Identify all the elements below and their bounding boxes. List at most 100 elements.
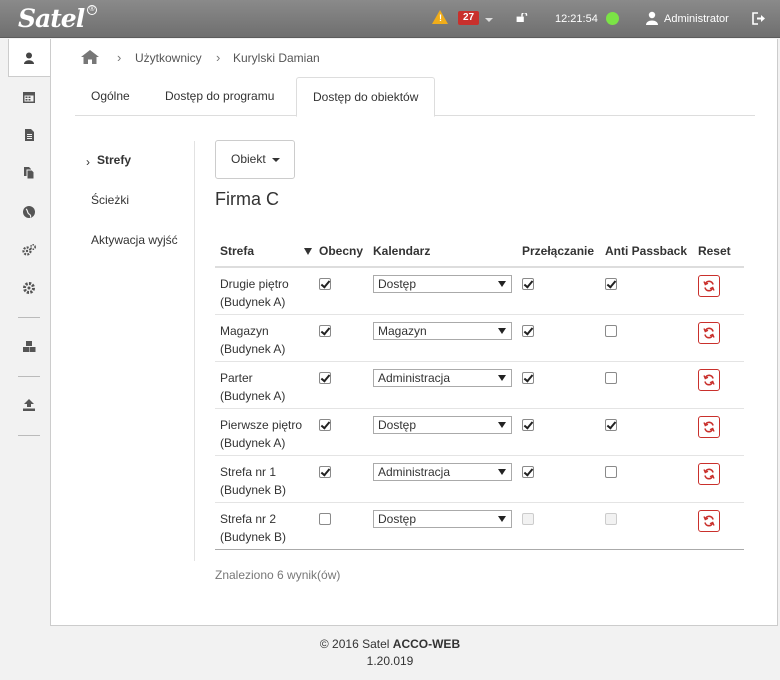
calendar-select-value: Dostęp: [378, 511, 417, 526]
warning-icon-mark: !: [439, 13, 442, 23]
present-checkbox[interactable]: [318, 278, 331, 290]
calendar-select[interactable]: Dostęp: [373, 415, 512, 434]
cubes-icon[interactable]: [22, 340, 36, 354]
zone-name: Strefa nr 1: [220, 464, 277, 479]
upload-icon[interactable]: [22, 398, 36, 412]
reset-button[interactable]: [697, 368, 720, 391]
calendar-select[interactable]: Dostęp: [373, 509, 512, 528]
present-checkbox[interactable]: [318, 512, 331, 525]
globe-icon[interactable]: [22, 205, 36, 219]
clock: 12:21:54: [555, 13, 598, 25]
reset-cell: [692, 407, 744, 455]
logout-icon[interactable]: [752, 12, 766, 25]
switching-cell: [517, 360, 600, 408]
zone-name: Parter: [220, 370, 253, 385]
tab-bar: Ogólne Dostęp do programu Dostęp do obie…: [75, 77, 755, 117]
switching-checkbox[interactable]: [522, 278, 534, 290]
reset-button[interactable]: [697, 415, 720, 438]
unlock-icon[interactable]: [516, 13, 528, 22]
copy-icon[interactable]: [22, 166, 36, 180]
zone-cell: Drugie piętro (Budynek A): [215, 266, 314, 314]
calendar-cell: Administracja: [368, 360, 517, 408]
chevron-down-icon[interactable]: [485, 18, 493, 22]
user-icon[interactable]: [646, 11, 658, 25]
column-header-calendar: Kalendarz: [368, 235, 517, 268]
reset-button[interactable]: [697, 321, 720, 344]
footer-copyright: © 2016 Satel: [319, 637, 390, 651]
present-checkbox[interactable]: [318, 371, 331, 384]
present-checkbox[interactable]: [318, 418, 331, 431]
zone-name: Magazyn: [220, 323, 269, 338]
sidebar: [0, 39, 51, 639]
object-title: Firma C: [215, 189, 279, 209]
satel-logo: Satel: [18, 4, 85, 33]
alarm-count-badge[interactable]: 27: [458, 11, 480, 25]
antipassback-checkbox[interactable]: [604, 371, 617, 384]
zones-table: Strefa Obecny Kalendarz Przełączanie Ant…: [215, 235, 744, 550]
table-row: Drugie piętro (Budynek A) Dostęp: [215, 266, 744, 314]
antipassback-checkbox[interactable]: [604, 418, 617, 431]
switching-checkbox[interactable]: [522, 371, 534, 384]
footer-version: 1.20.019: [366, 654, 414, 668]
calendar-select-value: Magazyn: [378, 323, 427, 338]
calendar-select[interactable]: Administracja: [373, 462, 512, 481]
tab-object-access[interactable]: Dostęp do obiektów: [296, 77, 436, 117]
switching-checkbox[interactable]: [522, 324, 534, 337]
document-icon[interactable]: [22, 128, 36, 142]
zone-name: Drugie piętro: [220, 277, 289, 291]
column-header-antipassback: Anti Passback: [599, 235, 693, 268]
reset-cell: [692, 266, 744, 314]
column-header-zone[interactable]: Strefa: [215, 235, 314, 268]
top-bar: Satel ® ! 27 12:21:54 Administrator: [0, 0, 780, 38]
subnav-paths[interactable]: Ścieżki: [91, 193, 129, 207]
reset-button[interactable]: [697, 462, 720, 485]
calendar-icon[interactable]: [22, 90, 36, 104]
cogs-icon[interactable]: [22, 243, 36, 257]
calendar-select-value: Dostęp: [378, 417, 417, 432]
object-dropdown-button[interactable]: Obiekt: [215, 140, 295, 179]
subnav-zones[interactable]: Strefy: [97, 153, 131, 167]
present-checkbox[interactable]: [318, 324, 331, 337]
antipassback-checkbox[interactable]: [604, 465, 617, 478]
refresh-icon: [703, 327, 715, 338]
switching-checkbox[interactable]: [522, 418, 534, 431]
antipassback-checkbox[interactable]: [604, 278, 617, 290]
tab-program-access[interactable]: Dostęp do programu: [149, 77, 290, 116]
calendar-select[interactable]: Administracja: [373, 368, 512, 387]
user-menu[interactable]: Administrator: [664, 0, 729, 38]
breadcrumb-current-user: Kurylski Damian: [233, 51, 320, 65]
switching-cell: [517, 407, 600, 455]
breadcrumb-users[interactable]: Użytkownicy: [135, 51, 202, 65]
present-cell: [313, 454, 368, 502]
subnav-output-activation[interactable]: Aktywacja wyjść: [91, 233, 178, 247]
sort-desc-icon[interactable]: [303, 248, 312, 255]
table-row: Strefa nr 1 (Budynek B) Administracja: [215, 454, 744, 502]
object-dropdown-label: Obiekt: [231, 152, 266, 166]
reset-button[interactable]: [697, 275, 720, 297]
calendar-select[interactable]: Magazyn: [373, 321, 512, 340]
present-checkbox[interactable]: [318, 465, 331, 478]
main-panel: › Użytkownicy › Kurylski Damian Ogólne D…: [50, 39, 778, 626]
chevron-right-icon: ›: [117, 50, 122, 65]
calendar-select[interactable]: Dostęp: [373, 275, 512, 293]
zone-name: Strefa nr 2: [220, 511, 277, 526]
switching-checkbox[interactable]: [522, 465, 534, 478]
column-header-reset: Reset: [692, 235, 744, 268]
tab-general[interactable]: Ogólne: [75, 77, 146, 116]
gear-icon[interactable]: [22, 281, 36, 295]
switching-cell: [517, 313, 600, 361]
refresh-icon: [703, 468, 715, 479]
sidebar-divider: [18, 376, 40, 377]
zone-cell: Parter (Budynek A): [215, 360, 314, 408]
home-icon[interactable]: [81, 50, 99, 64]
zone-building: (Budynek A): [220, 388, 286, 403]
antipassback-checkbox[interactable]: [604, 324, 617, 337]
caret-down-icon: [498, 515, 506, 522]
antipassback-cell: [599, 454, 693, 502]
user-icon[interactable]: [22, 51, 36, 65]
antipassback-cell: [599, 501, 693, 550]
zone-cell: Pierwsze piętro (Budynek A): [215, 407, 314, 455]
calendar-select-value: Dostęp: [378, 277, 417, 291]
table-row: Magazyn (Budynek A) Magazyn: [215, 313, 744, 361]
reset-button[interactable]: [697, 509, 720, 532]
